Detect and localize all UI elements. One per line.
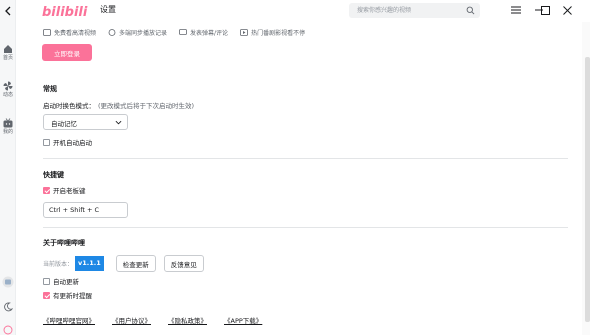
sidebar-item-home[interactable]: 首页: [0, 44, 16, 61]
section-title-about: 关于哔哩哔哩: [43, 239, 85, 247]
scrollbar-thumb[interactable]: [585, 57, 590, 322]
boss-key-label: 开启老板键: [53, 187, 86, 195]
official-site-link[interactable]: 《哔哩哔哩官网》: [43, 315, 95, 325]
logout-icon: [3, 325, 13, 335]
sidebar-item-dynamic[interactable]: 动态: [0, 81, 16, 98]
search-input[interactable]: [357, 3, 461, 18]
update-notify-option[interactable]: 有更新时提醒: [43, 290, 92, 300]
page-title: 设置: [100, 5, 116, 14]
search-box[interactable]: [349, 3, 480, 18]
chevron-down-icon: [115, 120, 122, 125]
user-agreement-link[interactable]: 《用户协议》: [112, 315, 151, 325]
version-row: 当前版本： v1.1.1 检查更新 反馈意见: [43, 255, 204, 272]
maximize-button[interactable]: [536, 2, 554, 18]
title-bar: bilibili 设置: [0, 0, 598, 22]
boss-key-option[interactable]: 开启老板键: [43, 185, 86, 195]
sync-icon: [108, 29, 116, 36]
divider: [43, 227, 568, 228]
logo-wordmark: bilibili: [42, 5, 88, 19]
footer-links: 《哔哩哔哩官网》 《用户协议》 《隐私政策》 《APP下载》: [43, 315, 262, 325]
dark-mode-toggle[interactable]: [0, 302, 16, 312]
boss-key-checkbox[interactable]: [43, 186, 50, 194]
section-title-general: 常规: [43, 85, 57, 93]
benefit-item: 免费看高清视频: [43, 28, 96, 37]
close-button[interactable]: [558, 2, 576, 18]
login-benefits: 免费看高清视频 多端同步播放记录 发表弹幕/评论 热门番剧影视看不停: [43, 28, 305, 37]
check-update-button[interactable]: 检查更新: [115, 255, 156, 272]
version-label: 当前版本：: [43, 261, 74, 268]
autostart-label: 开机自动启动: [53, 139, 92, 147]
close-icon: [562, 5, 572, 15]
back-arrow-icon[interactable]: [2, 5, 14, 17]
benefit-item: 发表弹幕/评论: [179, 28, 228, 37]
version-value: v1.1.1: [75, 256, 104, 271]
benefit-label: 发表弹幕/评论: [190, 30, 229, 37]
avatar[interactable]: [0, 276, 16, 288]
sidebar-item-label: 我的: [2, 129, 13, 135]
sidebar-item-mine[interactable]: 我的: [0, 118, 16, 135]
login-button[interactable]: 立即登录: [42, 44, 92, 61]
theme-mode-select[interactable]: 自动记忆: [43, 114, 128, 130]
menu-button[interactable]: [507, 2, 525, 18]
feedback-button[interactable]: 反馈意见: [163, 255, 204, 272]
benefit-item: 多端同步播放记录: [108, 28, 167, 37]
boss-key-shortcut-input[interactable]: [43, 202, 128, 218]
sidebar-item-label: 动态: [2, 92, 13, 98]
auto-update-label: 自动更新: [53, 278, 79, 286]
auto-update-option[interactable]: 自动更新: [43, 276, 79, 286]
settings-content: 免费看高清视频 多端同步播放记录 发表弹幕/评论 热门番剧影视看不停 立即登录 …: [16, 22, 582, 335]
section-title-shortcuts: 快捷键: [43, 171, 64, 179]
sidebar-item-label: 首页: [2, 55, 13, 61]
auto-update-checkbox[interactable]: [43, 277, 50, 285]
menu-icon: [511, 6, 521, 14]
benefit-item: 热门番剧影视看不停: [240, 28, 305, 37]
hd-icon: [43, 29, 51, 36]
bilibili-logo[interactable]: bilibili: [42, 2, 88, 20]
benefit-label: 多端同步播放记录: [119, 30, 168, 37]
theme-mode-value: 自动记忆: [51, 120, 77, 128]
tv-icon: [3, 118, 13, 128]
autostart-checkbox[interactable]: [43, 138, 50, 146]
theme-mode-hint: (更改模式后将于下次启动时生效): [98, 102, 195, 110]
update-notify-checkbox[interactable]: [43, 291, 50, 299]
logout-button[interactable]: [0, 325, 16, 335]
update-notify-label: 有更新时提醒: [53, 292, 92, 300]
divider: [43, 158, 568, 159]
theme-mode-label: 启动时换色模式： (更改模式后将于下次启动时生效): [43, 100, 194, 110]
fan-icon: [3, 81, 13, 91]
moon-icon: [4, 302, 13, 312]
benefit-label: 热门番剧影视看不停: [251, 30, 306, 37]
theme-mode-text: 启动时换色模式：: [43, 102, 95, 110]
app-download-link[interactable]: 《APP下载》: [224, 315, 262, 325]
privacy-policy-link[interactable]: 《隐私政策》: [168, 315, 207, 325]
home-icon: [4, 45, 12, 53]
maximize-icon: [540, 5, 550, 15]
search-icon[interactable]: [466, 6, 475, 15]
sidebar: 首页 动态 我的: [0, 0, 16, 335]
avatar-icon: [2, 276, 14, 288]
svg-text:bilibili: bilibili: [42, 5, 88, 19]
comment-icon: [179, 29, 187, 35]
benefit-label: 免费看高清视频: [54, 30, 97, 37]
autostart-option[interactable]: 开机自动启动: [43, 137, 92, 147]
play-icon: [240, 29, 248, 36]
